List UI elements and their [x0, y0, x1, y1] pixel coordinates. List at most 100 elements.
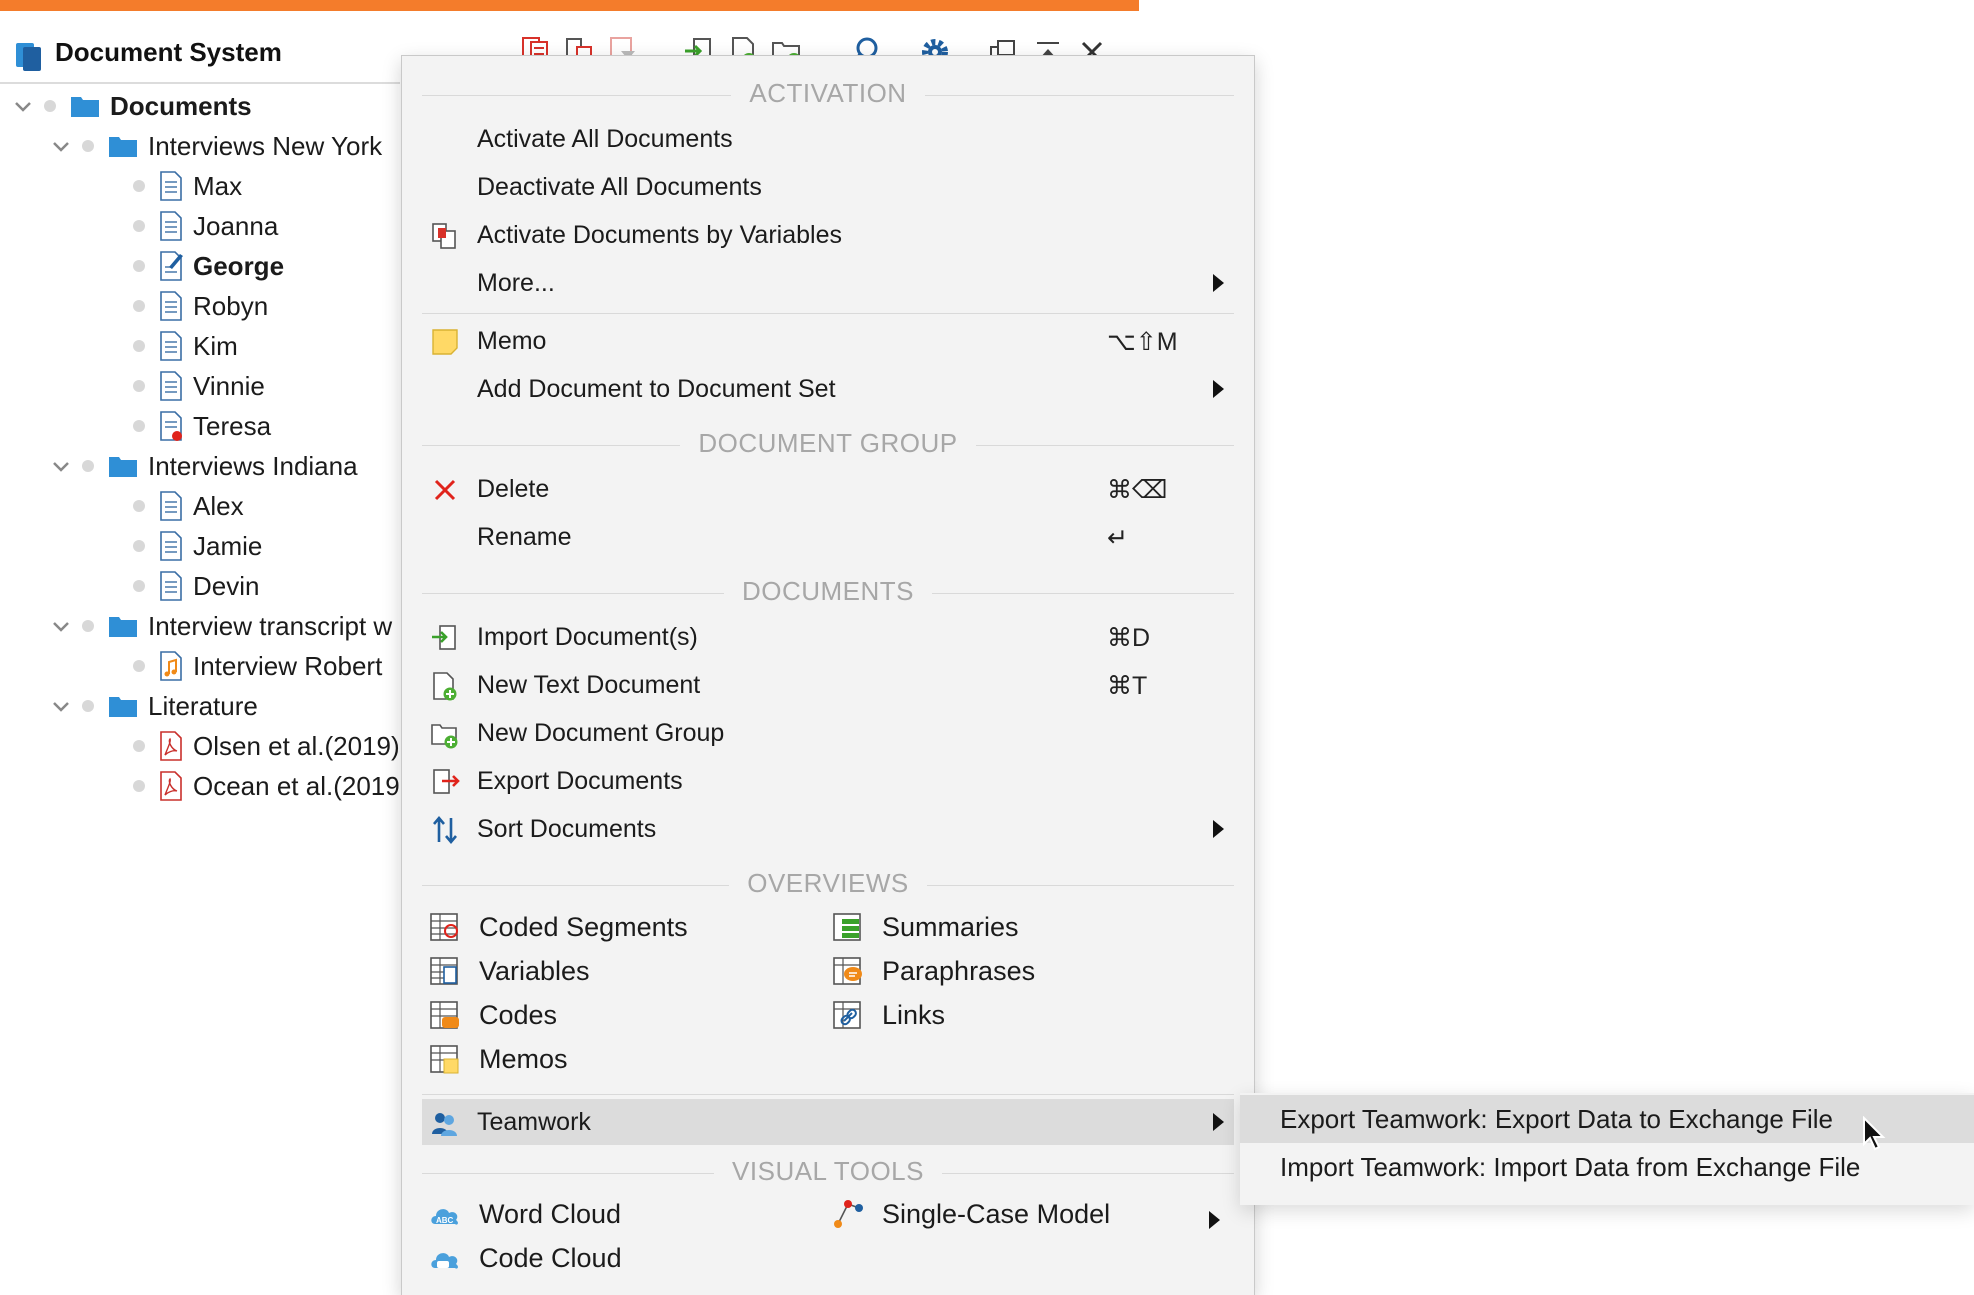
menu-item-label: Codes: [479, 999, 558, 1030]
tree-root-label: Documents: [110, 90, 252, 121]
single-case-model-icon: [834, 1200, 863, 1228]
activation-dot[interactable]: [82, 700, 94, 712]
menu-item-label: Coded Segments: [479, 911, 688, 942]
tree-group[interactable]: Literature: [50, 686, 258, 726]
activation-dot[interactable]: [133, 260, 145, 272]
menu-item-sort-documents[interactable]: Sort Documents: [422, 806, 1234, 852]
document-system-icon: [16, 43, 41, 71]
menu-item-code-cloud[interactable]: Code Cloud: [429, 1238, 622, 1278]
menu-item-activate-by-variables[interactable]: Activate Documents by Variables: [422, 212, 1234, 258]
activation-dot[interactable]: [82, 620, 94, 632]
activation-dot[interactable]: [44, 100, 56, 112]
menu-item-memo[interactable]: Memo ⌥⇧M: [422, 318, 1234, 364]
menu-item-links[interactable]: Links: [832, 995, 945, 1035]
menu-item-delete[interactable]: Delete ⌘⌫: [422, 466, 1234, 512]
export-icon: [433, 769, 460, 794]
chevron-down-icon[interactable]: [50, 615, 72, 637]
menu-item-activate-all[interactable]: Activate All Documents: [422, 116, 1234, 162]
submenu-arrow-icon: [1209, 1211, 1220, 1229]
activation-dot[interactable]: [133, 420, 145, 432]
menu-item-coded-segments[interactable]: Coded Segments: [429, 907, 688, 947]
audio-document-icon: [160, 651, 182, 681]
menu-item-export-documents[interactable]: Export Documents: [422, 758, 1234, 804]
text-document-icon: [160, 291, 182, 321]
tree-document[interactable]: Kim: [133, 326, 238, 366]
menu-item-add-to-set[interactable]: Add Document to Document Set: [422, 366, 1234, 412]
import-icon: [432, 625, 456, 650]
menu-item-new-document-group[interactable]: New Document Group: [422, 710, 1234, 756]
activation-dot[interactable]: [82, 460, 94, 472]
mouse-pointer-icon: [1863, 1116, 1886, 1151]
activation-dot[interactable]: [133, 740, 145, 752]
menu-divider: [422, 1094, 1234, 1095]
tree-root[interactable]: Documents: [12, 86, 252, 126]
document-label: Ocean et al.(2019: [193, 770, 400, 801]
tree-document[interactable]: Interview Robert: [133, 646, 382, 686]
tree-document[interactable]: Teresa: [133, 406, 271, 446]
submenu-arrow-icon: [1213, 274, 1224, 292]
menu-item-label: Export Teamwork: Export Data to Exchange…: [1280, 1103, 1833, 1134]
tree-group-label: Literature: [148, 690, 258, 721]
tree-document[interactable]: George: [133, 246, 284, 286]
tree-document[interactable]: Max: [133, 166, 242, 206]
activation-dot[interactable]: [133, 540, 145, 552]
tree-group-label: Interview transcript w: [148, 610, 393, 641]
menu-item-variables[interactable]: Variables: [429, 951, 590, 991]
menu-item-label: Paraphrases: [882, 955, 1036, 986]
menu-item-memos[interactable]: Memos: [429, 1039, 568, 1079]
submenu-arrow-icon: [1213, 1113, 1224, 1131]
menu-item-deactivate-all[interactable]: Deactivate All Documents: [422, 164, 1234, 210]
tree-document[interactable]: Joanna: [133, 206, 278, 246]
activation-dot[interactable]: [133, 220, 145, 232]
menu-item-import-documents[interactable]: Import Document(s) ⌘D: [422, 614, 1234, 660]
menu-item-codes[interactable]: Codes: [429, 995, 557, 1035]
tree-document[interactable]: Devin: [133, 566, 259, 606]
activation-dot[interactable]: [133, 780, 145, 792]
tree-group[interactable]: Interviews New York: [50, 126, 382, 166]
new-document-icon: [433, 672, 457, 701]
menu-item-single-case-model[interactable]: Single-Case Model: [832, 1194, 1110, 1234]
chevron-down-icon[interactable]: [12, 95, 34, 117]
menu-item-shortcut: ⌥⇧M: [1107, 328, 1178, 356]
menu-item-more[interactable]: More...: [422, 260, 1234, 306]
activation-dot[interactable]: [133, 380, 145, 392]
menu-item-word-cloud[interactable]: ABC Word Cloud: [429, 1194, 621, 1234]
chevron-down-icon[interactable]: [50, 455, 72, 477]
tree-document[interactable]: Jamie: [133, 526, 262, 566]
menu-item-paraphrases[interactable]: Paraphrases: [832, 951, 1035, 991]
activation-dot[interactable]: [133, 180, 145, 192]
activation-dot[interactable]: [133, 580, 145, 592]
tree-document[interactable]: Alex: [133, 486, 244, 526]
document-label: Max: [193, 170, 243, 201]
menu-item-label: More...: [477, 269, 555, 297]
activation-dot[interactable]: [82, 140, 94, 152]
section-header-documents: DOCUMENTS: [422, 576, 1234, 610]
text-document-icon: [160, 331, 182, 361]
menu-item-new-text-document[interactable]: New Text Document ⌘T: [422, 662, 1234, 708]
menu-item-teamwork[interactable]: Teamwork: [422, 1099, 1234, 1145]
tree-group[interactable]: Interviews Indiana: [50, 446, 358, 486]
menu-item-label: Rename: [477, 523, 572, 551]
tree-document[interactable]: Robyn: [133, 286, 268, 326]
document-label: Olsen et al.(2019): [193, 730, 400, 761]
tree-document[interactable]: Ocean et al.(2019: [133, 766, 400, 806]
tree-group[interactable]: Interview transcript w: [50, 606, 392, 646]
menu-item-label: New Text Document: [477, 671, 701, 699]
tree-document[interactable]: Vinnie: [133, 366, 265, 406]
menu-divider: [422, 313, 1234, 314]
activation-dot[interactable]: [133, 300, 145, 312]
menu-item-summaries[interactable]: Summaries: [832, 907, 1019, 947]
tree-group-label: Interviews New York: [148, 130, 383, 161]
activation-dot[interactable]: [133, 340, 145, 352]
menu-item-rename[interactable]: Rename ↵: [422, 514, 1234, 560]
menu-item-shortcut: ↵: [1107, 524, 1128, 552]
activation-dot[interactable]: [133, 660, 145, 672]
menu-item-label: Add Document to Document Set: [477, 375, 836, 403]
menu-item-label: Single-Case Model: [882, 1198, 1111, 1229]
document-label: George: [193, 250, 285, 281]
tree-document[interactable]: Olsen et al.(2019): [133, 726, 400, 766]
chevron-down-icon[interactable]: [50, 135, 72, 157]
activation-dot[interactable]: [133, 500, 145, 512]
menu-item-label: Code Cloud: [479, 1242, 622, 1273]
chevron-down-icon[interactable]: [50, 695, 72, 717]
